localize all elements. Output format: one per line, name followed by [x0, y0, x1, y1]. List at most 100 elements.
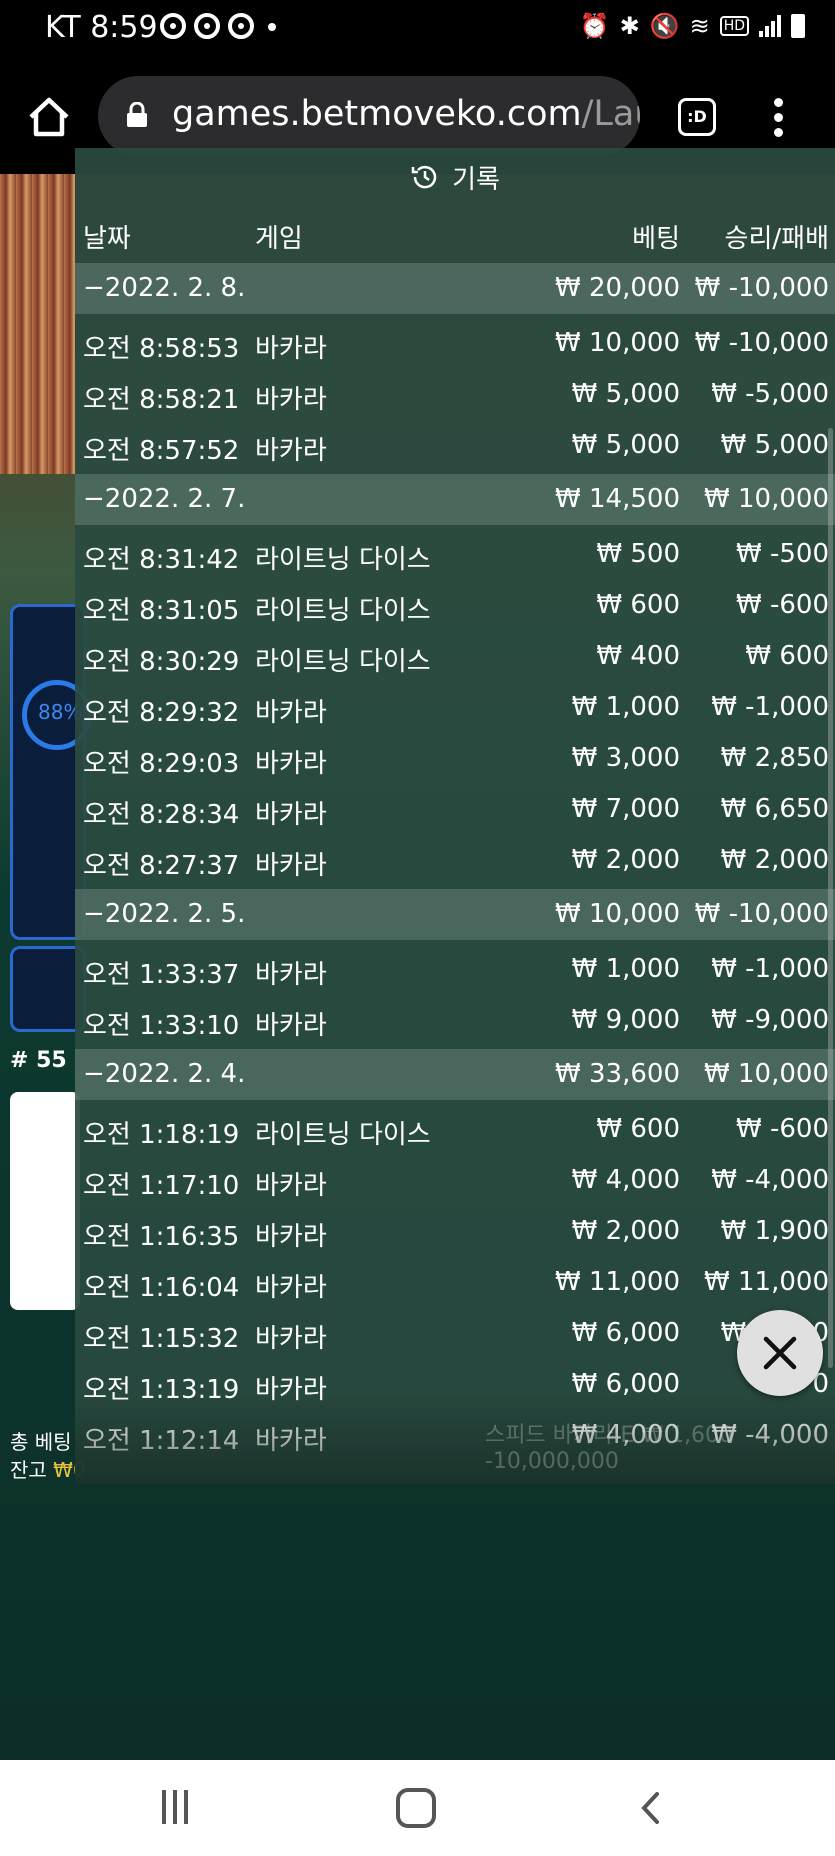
row-result: ₩ 2,850	[720, 743, 829, 773]
row-time: 오전 8:31:42	[83, 545, 240, 575]
chrome-icon	[160, 13, 186, 39]
history-row: 오전 8:31:42 라이트닝 다이스 ₩ 500 ₩ -500	[75, 529, 835, 580]
row-game: 라이트닝 다이스	[255, 596, 431, 626]
history-row: 오전 8:58:21 바카라 ₩ 5,000 ₩ -5,000	[75, 369, 835, 420]
row-game: 바카라	[255, 1324, 327, 1354]
row-time: 오전 1:16:35	[83, 1222, 240, 1252]
scrollbar[interactable]	[828, 428, 833, 1368]
round-number: # 55	[10, 1048, 67, 1073]
row-time: 오전 8:57:52	[83, 436, 240, 466]
row-game: 라이트닝 다이스	[255, 1120, 431, 1150]
row-result: ₩ -9,000	[711, 1005, 829, 1035]
row-bet: ₩ 3,000	[571, 743, 680, 773]
status-time: KT 8:59	[45, 10, 158, 45]
row-result: ₩ -10,000	[694, 899, 829, 929]
nav-home-icon[interactable]	[396, 1788, 436, 1828]
row-bet: ₩ 5,000	[571, 430, 680, 460]
history-row: 오전 1:33:10 바카라 ₩ 9,000 ₩ -9,000	[75, 995, 835, 1046]
col-game: 게임	[255, 224, 303, 254]
url-host: games.betmoveko.com	[172, 94, 582, 134]
history-row: 오전 8:28:34 바카라 ₩ 7,000 ₩ 6,650	[75, 784, 835, 835]
history-row: 오전 1:15:32바카라₩ 6,000₩ 5,700	[75, 1308, 835, 1359]
row-game: 바카라	[255, 960, 327, 990]
history-row: 오전 8:29:32 바카라 ₩ 1,000 ₩ -1,000	[75, 682, 835, 733]
notification-icons	[160, 13, 276, 39]
battery-icon	[791, 14, 805, 38]
browser-menu-icon[interactable]	[770, 98, 786, 138]
history-panel: 기록 날짜 게임 베팅 승리/패배 −2022. 2. 8. ₩ 20,000 ₩ …	[75, 148, 835, 1484]
wifi-icon: ≋	[689, 12, 710, 40]
row-bet: ₩ 7,000	[571, 794, 680, 824]
row-bet: ₩ 20,000	[555, 273, 680, 303]
history-row: 오전 1:16:35 바카라 ₩ 2,000 ₩ 1,900	[75, 1206, 835, 1257]
row-result: ₩ 2,000	[720, 845, 829, 875]
row-bet: ₩ 33,600	[555, 1059, 680, 1089]
nav-back-icon[interactable]	[632, 1788, 672, 1828]
close-button[interactable]	[737, 1310, 823, 1396]
row-time: 오전 1:12:14	[83, 1426, 240, 1456]
row-time: 오전 1:16:04	[83, 1273, 240, 1303]
bead-road	[10, 1092, 80, 1310]
row-time: 오전 8:27:37	[83, 851, 240, 881]
hd-badge: HD	[719, 16, 749, 36]
address-bar[interactable]: games.betmoveko.com/Laur	[98, 76, 640, 156]
background-game-text: 스피드 바카라 E ₩ 1,600 -10,000,000	[485, 1423, 734, 1474]
table-decoration	[0, 174, 75, 474]
row-bet: ₩ 5,000	[571, 379, 680, 409]
row-result: ₩ 600	[745, 641, 829, 671]
row-time: 오전 1:15:32	[83, 1324, 240, 1354]
status-bar: KT 8:59 ⏰ ✱ 🔇 ≋ HD	[0, 0, 835, 58]
group-date: −2022. 2. 7.	[83, 484, 246, 514]
history-row: 오전 8:57:52 바카라 ₩ 5,000 ₩ 5,000	[75, 420, 835, 471]
more-notifications-icon	[268, 23, 276, 31]
row-game: 바카라	[255, 851, 327, 881]
group-date: −2022. 2. 4.	[83, 1059, 246, 1089]
row-result: ₩ 1,900	[720, 1216, 829, 1246]
home-icon[interactable]	[25, 93, 73, 141]
lock-icon	[127, 102, 147, 127]
history-rows: −2022. 2. 8. ₩ 20,000 ₩ -10,000 오전 8:58:53 바…	[75, 260, 835, 1461]
row-bet: ₩ 500	[596, 539, 680, 569]
row-time: 오전 8:58:53	[83, 334, 240, 364]
history-row: 오전 8:29:03 바카라 ₩ 3,000 ₩ 2,850	[75, 733, 835, 784]
history-row: 오전 8:31:05 라이트닝 다이스 ₩ 600 ₩ -600	[75, 580, 835, 631]
row-game: 바카라	[255, 800, 327, 830]
row-time: 오전 1:13:19	[83, 1375, 240, 1405]
row-result: ₩ -1,000	[711, 954, 829, 984]
date-group-row: −2022. 2. 5. ₩ 10,000 ₩ -10,000	[75, 889, 835, 940]
row-result: ₩ 10,000	[704, 484, 829, 514]
row-time: 오전 8:31:05	[83, 596, 240, 626]
col-result: 승리/패배	[724, 224, 829, 254]
row-bet: ₩ 14,500	[555, 484, 680, 514]
row-result: ₩ 11,000	[704, 1267, 829, 1297]
col-date: 날짜	[83, 224, 131, 254]
row-game: 바카라	[255, 698, 327, 728]
row-result: ₩ -10,000	[694, 273, 829, 303]
row-bet: ₩ 2,000	[571, 1216, 680, 1246]
row-bet: ₩ 9,000	[571, 1005, 680, 1035]
system-nav-bar	[0, 1760, 835, 1856]
row-game: 바카라	[255, 1273, 327, 1303]
row-game: 바카라	[255, 334, 327, 364]
row-game: 바카라	[255, 1222, 327, 1252]
alarm-icon: ⏰	[579, 12, 610, 40]
tab-switcher-button[interactable]: :D	[678, 98, 716, 136]
row-time: 오전 1:33:10	[83, 1011, 240, 1041]
history-row: 오전 8:30:29 라이트닝 다이스 ₩ 400 ₩ 600	[75, 631, 835, 682]
row-time: 오전 8:30:29	[83, 647, 240, 677]
row-game: 바카라	[255, 1426, 327, 1456]
history-table-header: 날짜 게임 베팅 승리/패배	[75, 206, 835, 260]
row-bet: ₩ 6,000	[571, 1318, 680, 1348]
chrome-icon	[228, 13, 254, 39]
close-icon	[763, 1336, 797, 1370]
bluetooth-icon: ✱	[619, 12, 640, 40]
history-row: 오전 1:33:37 바카라 ₩ 1,000 ₩ -1,000	[75, 944, 835, 995]
recent-apps-icon[interactable]	[162, 1790, 198, 1826]
url-text[interactable]: games.betmoveko.com/Laur	[172, 94, 640, 134]
date-group-row: −2022. 2. 8. ₩ 20,000 ₩ -10,000	[75, 263, 835, 314]
row-bet: ₩ 400	[596, 641, 680, 671]
history-row: 오전 1:17:10 바카라 ₩ 4,000 ₩ -4,000	[75, 1155, 835, 1206]
row-bet: ₩ 600	[596, 590, 680, 620]
chrome-icon	[194, 13, 220, 39]
row-game: 바카라	[255, 1375, 327, 1405]
